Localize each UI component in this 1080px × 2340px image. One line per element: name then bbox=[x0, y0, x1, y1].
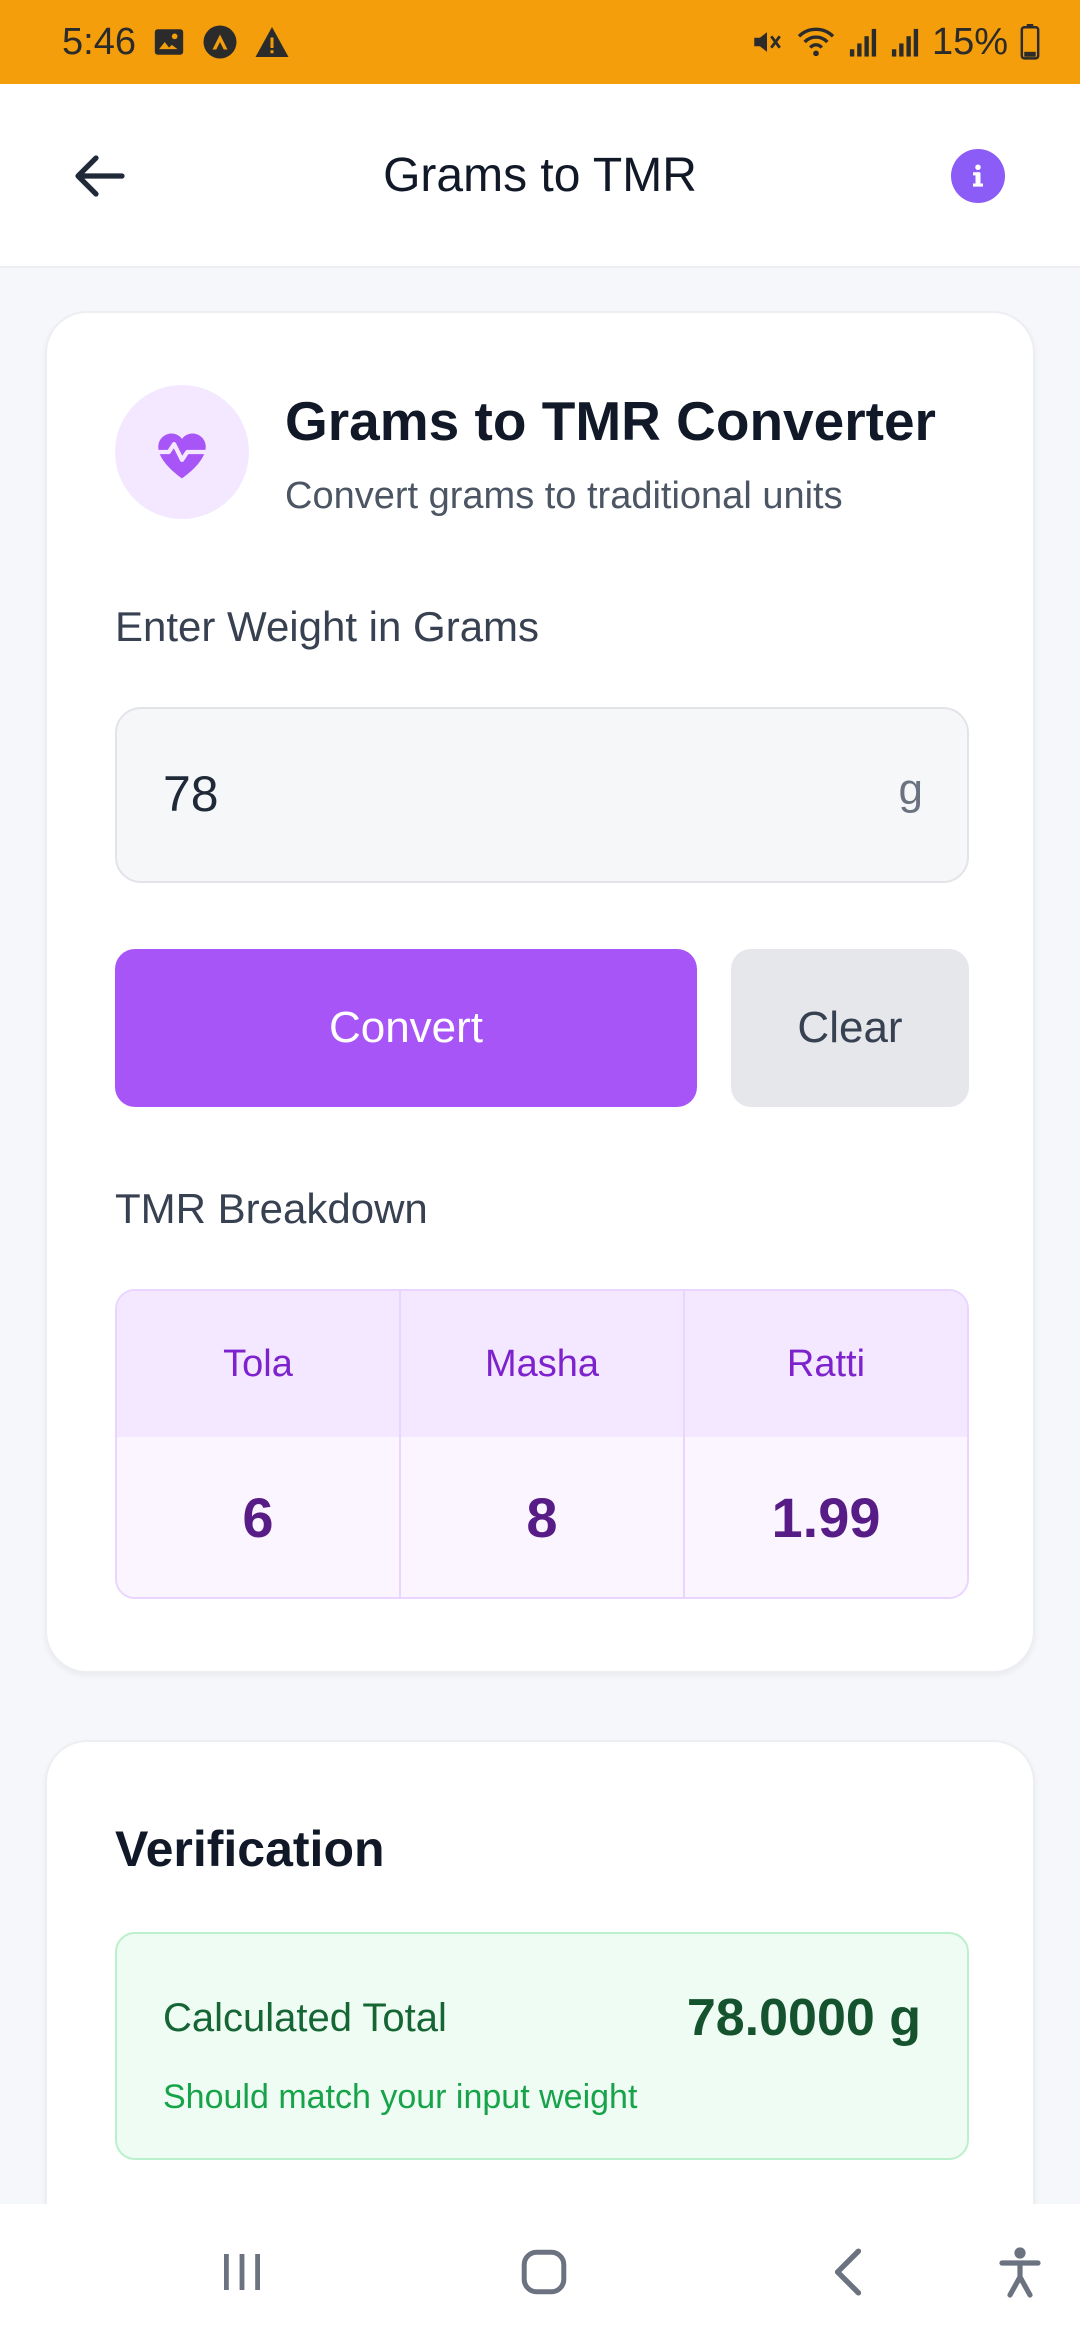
mute-icon bbox=[750, 25, 784, 59]
clear-button[interactable]: Clear bbox=[731, 949, 969, 1107]
battery-percent: 15% bbox=[931, 20, 1008, 63]
convert-button[interactable]: Convert bbox=[115, 949, 697, 1107]
signal-icon bbox=[848, 26, 878, 58]
ratti-column: Ratti 1.99 bbox=[685, 1291, 967, 1597]
recent-apps-button[interactable] bbox=[212, 2242, 272, 2302]
ratti-value: 1.99 bbox=[685, 1437, 967, 1597]
weight-input[interactable] bbox=[163, 765, 763, 823]
masha-header: Masha bbox=[401, 1291, 683, 1437]
signal-icon bbox=[890, 26, 920, 58]
app-bar: Grams to TMR bbox=[0, 84, 1080, 268]
tola-value: 6 bbox=[117, 1437, 399, 1597]
home-button[interactable] bbox=[514, 2242, 574, 2302]
status-time: 5:46 bbox=[62, 20, 136, 63]
ratti-header: Ratti bbox=[685, 1291, 967, 1437]
verification-title: Verification bbox=[115, 1821, 385, 1877]
tola-column: Tola 6 bbox=[117, 1291, 401, 1597]
back-nav-button[interactable] bbox=[818, 2242, 878, 2302]
calculated-total-value: 78.0000 g bbox=[686, 1989, 921, 2047]
page-title: Grams to TMR bbox=[383, 148, 697, 202]
system-nav-bar bbox=[0, 2204, 1080, 2340]
converter-badge bbox=[115, 385, 249, 519]
weight-input-container[interactable]: g bbox=[115, 707, 969, 883]
status-left: 5:46 bbox=[62, 21, 290, 64]
info-icon bbox=[973, 164, 983, 187]
back-button[interactable] bbox=[70, 146, 130, 206]
battery-icon bbox=[1020, 24, 1040, 60]
arrow-left-icon bbox=[75, 155, 125, 197]
verification-result: Calculated Total 78.0000 g Should match … bbox=[115, 1932, 969, 2160]
status-bar: 5:46 15% bbox=[0, 0, 1080, 84]
home-icon bbox=[521, 2249, 567, 2295]
tola-header: Tola bbox=[117, 1291, 399, 1437]
weight-input-label: Enter Weight in Grams bbox=[115, 603, 540, 650]
masha-column: Masha 8 bbox=[401, 1291, 685, 1597]
calculated-total-label: Calculated Total bbox=[163, 1996, 447, 2040]
chevron-left-icon bbox=[834, 2248, 862, 2296]
recent-apps-icon bbox=[224, 2254, 260, 2290]
masha-value: 8 bbox=[401, 1437, 683, 1597]
weight-unit-suffix: g bbox=[898, 765, 923, 814]
heart-pulse-icon bbox=[153, 433, 211, 479]
info-button[interactable] bbox=[951, 149, 1005, 203]
converter-subtitle: Convert grams to traditional units bbox=[285, 475, 843, 517]
accessibility-button[interactable] bbox=[990, 2242, 1050, 2302]
tmr-breakdown-table: Tola 6 Masha 8 Ratti 1.99 bbox=[115, 1289, 969, 1599]
verification-hint: Should match your input weight bbox=[163, 2078, 638, 2116]
status-right: 15% bbox=[750, 21, 1040, 64]
wifi-icon bbox=[796, 25, 836, 59]
image-icon bbox=[152, 25, 186, 59]
breakdown-label: TMR Breakdown bbox=[115, 1185, 428, 1232]
app-badge-icon bbox=[202, 24, 238, 60]
warning-icon bbox=[254, 25, 290, 59]
converter-card: Grams to TMR Converter Convert grams to … bbox=[45, 311, 1035, 1673]
converter-title: Grams to TMR Converter bbox=[285, 390, 936, 452]
accessibility-icon bbox=[999, 2247, 1041, 2298]
